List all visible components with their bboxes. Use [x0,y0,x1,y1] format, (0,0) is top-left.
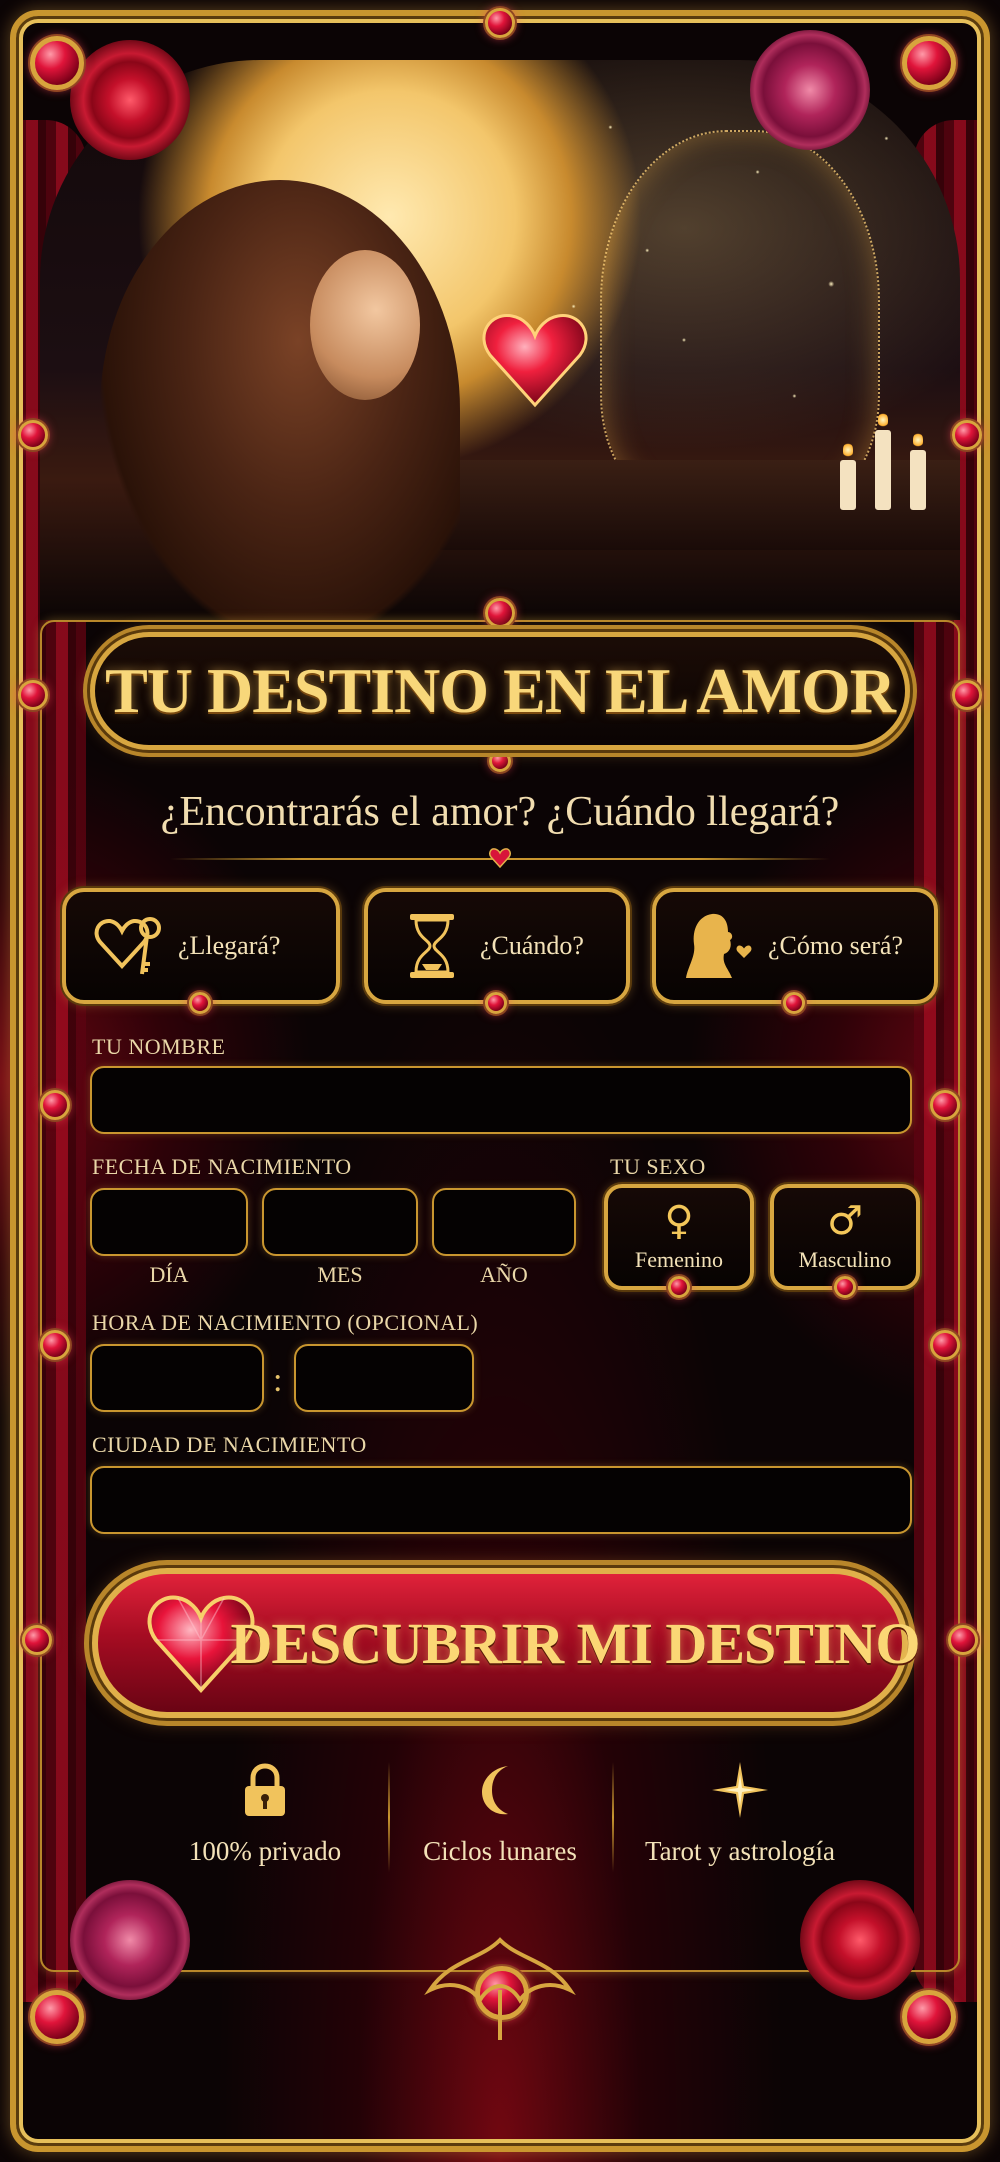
sex-button-gem [668,1276,690,1298]
sex-male-button[interactable]: ♂ Masculino [770,1184,920,1298]
top-center-gem [485,8,515,38]
rose-top-left [70,40,190,160]
title-top-gem [485,598,515,628]
male-symbol-icon: ♂ [827,1198,863,1244]
crescent-moon-icon [482,1766,508,1815]
bottom-ornament [424,1937,576,2040]
title-bottom-gem [489,750,511,772]
side-gem [22,1625,52,1655]
corner-gem-top-left [30,36,84,90]
sex-option-label: Masculino [798,1247,892,1272]
side-gem [930,1090,960,1120]
female-symbol-icon: ♀ [664,1198,694,1244]
birth-hour-input[interactable] [90,1344,264,1412]
side-gem [952,680,982,710]
lock-icon [245,1763,285,1816]
birth-city-input[interactable] [90,1466,912,1534]
hourglass-icon [410,914,454,978]
side-gem [40,1330,70,1360]
sex-button-gem [834,1276,856,1298]
sex-female-button[interactable]: ♀ Femenino [604,1184,754,1298]
question-cards: ¿Llegará? ¿Cuándo? ¿Cómo será? [62,888,938,1014]
side-gem [18,420,48,450]
option-card-llegara[interactable]: ¿Llegará? [62,888,340,1014]
rose-top-right [750,30,870,150]
heart-key-icon [94,917,161,975]
birth-day-input[interactable] [90,1188,248,1256]
feature-lunar-cycles: Ciclos lunares [380,1760,620,1867]
page-subtitle: ¿Encontrarás el amor? ¿Cuándo llegará? [160,789,840,835]
side-gem [952,420,982,450]
woman-face [310,250,420,400]
cta-label: DESCUBRIR MI DESTINO [230,1610,920,1676]
day-sublabel: DÍA [149,1262,189,1287]
discover-destiny-button[interactable]: DESCUBRIR MI DESTINO [92,1568,921,1718]
time-separator: : [273,1362,283,1399]
rose-bottom-right [800,1880,920,2000]
sex-option-label: Femenino [635,1247,723,1272]
name-label: TU NOMBRE [92,1034,226,1059]
feature-label: Ciclos lunares [423,1836,577,1866]
option-card-cuando[interactable]: ¿Cuándo? [364,888,630,1014]
side-gem [18,680,48,710]
name-input[interactable] [90,1066,912,1134]
birth-year-input[interactable] [432,1188,576,1256]
card-gem [783,992,805,1014]
month-sublabel: MES [317,1262,363,1287]
side-gem [40,1090,70,1120]
rose-bottom-left [70,1880,190,2000]
feature-separator [612,1762,614,1872]
side-gem [930,1330,960,1360]
feature-private: 100% privado [145,1760,385,1867]
option-label: ¿Llegará? [178,931,281,960]
option-label: ¿Cuándo? [480,931,584,960]
card-gem [189,992,211,1014]
candles [830,400,940,510]
side-gem [948,1625,978,1655]
corner-gem-top-right [902,36,956,90]
birth-minute-input[interactable] [294,1344,474,1412]
birth-city-label: CIUDAD DE NACIMIENTO [92,1432,367,1457]
title-plate: TU DESTINO EN EL AMOR [90,632,910,750]
sex-label: TU SEXO [610,1154,706,1179]
card-gem [485,992,507,1014]
birth-time-label: HORA DE NACIMIENTO (OPCIONAL) [92,1310,479,1335]
page-title: TU DESTINO EN EL AMOR [105,655,896,726]
option-label: ¿Cómo será? [768,931,904,960]
corner-gem-bottom-right [902,1990,956,2044]
feature-label: Tarot y astrología [644,1836,836,1866]
option-card-como-sera[interactable]: ¿Cómo será? [652,888,938,1014]
corner-gem-bottom-left [30,1990,84,2044]
star-icon [712,1762,768,1818]
ruby-heart-icon [482,314,588,408]
year-sublabel: AÑO [480,1262,528,1287]
divider-heart-icon [489,848,511,869]
birthdate-label: FECHA DE NACIMIENTO [92,1154,352,1179]
birth-month-input[interactable] [262,1188,418,1256]
feature-tarot-astrology: Tarot y astrología [620,1760,860,1867]
woman-silhouette-icon [686,913,752,978]
feature-label: 100% privado [188,1836,342,1866]
woman-figure [100,180,460,620]
